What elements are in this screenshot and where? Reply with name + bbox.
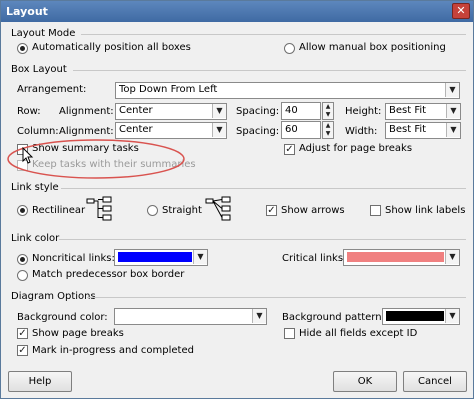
noncritical-radio[interactable] bbox=[17, 254, 28, 265]
auto-position-radio[interactable] bbox=[17, 43, 28, 54]
divider bbox=[73, 70, 466, 71]
column-alignment-value: Center bbox=[119, 124, 153, 135]
chevron-down-icon: ▼ bbox=[445, 250, 459, 264]
hide-fields-checkbox[interactable] bbox=[284, 328, 295, 339]
chevron-down-icon: ▼ bbox=[212, 123, 226, 137]
width-label: Width: bbox=[345, 126, 378, 137]
show-arrows-label: Show arrows bbox=[281, 205, 345, 216]
link-color-heading: Link color bbox=[11, 233, 60, 244]
spin-up-icon[interactable]: ▲ bbox=[323, 122, 333, 130]
manual-position-label: Allow manual box positioning bbox=[299, 42, 446, 53]
height-label: Height: bbox=[345, 106, 382, 117]
arrangement-label: Arrangement: bbox=[17, 84, 87, 95]
divider bbox=[61, 188, 466, 189]
mark-progress-checkbox[interactable]: ✓ bbox=[17, 345, 28, 356]
show-arrows-checkbox[interactable]: ✓ bbox=[266, 205, 277, 216]
window-title: Layout bbox=[6, 5, 48, 18]
divider bbox=[59, 239, 466, 240]
column-spacing-spinner[interactable]: ▲ ▼ bbox=[322, 121, 334, 139]
link-style-heading: Link style bbox=[11, 182, 59, 193]
layout-mode-heading: Layout Mode bbox=[11, 28, 76, 39]
noncritical-color-dropdown[interactable]: ▼ bbox=[114, 249, 208, 266]
show-link-labels-checkbox[interactable] bbox=[370, 205, 381, 216]
column-spacing-input[interactable]: 60 bbox=[281, 121, 321, 139]
show-page-breaks-label: Show page breaks bbox=[32, 328, 124, 339]
critical-label: Critical links: bbox=[282, 253, 347, 264]
chevron-down-icon: ▼ bbox=[445, 309, 459, 323]
straight-label: Straight bbox=[162, 205, 202, 216]
chevron-down-icon: ▼ bbox=[446, 123, 460, 137]
row-alignment-label: Alignment: bbox=[59, 106, 114, 117]
show-page-breaks-checkbox[interactable]: ✓ bbox=[17, 328, 28, 339]
background-color-dropdown[interactable]: ▼ bbox=[114, 308, 267, 325]
width-value: Best Fit bbox=[389, 124, 427, 135]
critical-color-swatch bbox=[347, 252, 444, 262]
critical-color-dropdown[interactable]: ▼ bbox=[343, 249, 460, 266]
divider bbox=[87, 297, 466, 298]
adjust-page-breaks-checkbox[interactable]: ✓ bbox=[284, 144, 295, 155]
background-pattern-dropdown[interactable]: ▼ bbox=[382, 308, 460, 325]
chevron-down-icon: ▼ bbox=[212, 104, 226, 118]
background-pattern-label: Background pattern: bbox=[282, 312, 385, 323]
noncritical-label: Noncritical links: bbox=[32, 253, 115, 264]
show-link-labels-label: Show link labels bbox=[385, 205, 466, 216]
diagram-options-heading: Diagram Options bbox=[11, 291, 96, 302]
auto-position-label: Automatically position all boxes bbox=[32, 42, 191, 53]
spin-down-icon[interactable]: ▼ bbox=[323, 130, 333, 138]
cancel-button[interactable]: Cancel bbox=[403, 371, 467, 392]
row-spacing-value: 40 bbox=[285, 105, 298, 116]
column-spacing-label: Spacing: bbox=[236, 126, 280, 137]
help-button[interactable]: Help bbox=[8, 371, 72, 392]
background-color-swatch bbox=[118, 311, 251, 321]
background-pattern-swatch bbox=[386, 311, 444, 321]
rectilinear-label: Rectilinear bbox=[32, 205, 86, 216]
row-alignment-value: Center bbox=[119, 105, 153, 116]
match-predecessor-label: Match predecessor box border bbox=[32, 269, 185, 280]
match-predecessor-radio[interactable] bbox=[17, 270, 28, 281]
column-spacing-value: 60 bbox=[285, 124, 298, 135]
arrangement-dropdown[interactable]: Top Down From Left ▼ bbox=[115, 82, 460, 99]
close-button[interactable]: ✕ bbox=[452, 3, 470, 19]
column-label: Column: bbox=[17, 126, 59, 137]
background-color-label: Background color: bbox=[17, 312, 108, 323]
manual-position-radio[interactable] bbox=[284, 43, 295, 54]
mouse-cursor-icon bbox=[22, 147, 34, 164]
arrangement-value: Top Down From Left bbox=[119, 84, 218, 95]
height-value: Best Fit bbox=[389, 105, 427, 116]
straight-radio[interactable] bbox=[147, 205, 158, 216]
box-layout-heading: Box Layout bbox=[11, 64, 67, 75]
mark-progress-label: Mark in-progress and completed bbox=[32, 345, 194, 356]
divider bbox=[81, 34, 466, 35]
chevron-down-icon: ▼ bbox=[446, 104, 460, 118]
row-alignment-dropdown[interactable]: Center ▼ bbox=[115, 103, 227, 120]
row-spacing-spinner[interactable]: ▲ ▼ bbox=[322, 102, 334, 120]
spin-up-icon[interactable]: ▲ bbox=[323, 103, 333, 111]
rectilinear-link-icon bbox=[86, 196, 112, 221]
spin-down-icon[interactable]: ▼ bbox=[323, 111, 333, 119]
row-label: Row: bbox=[17, 106, 41, 117]
column-alignment-label: Alignment: bbox=[59, 126, 114, 137]
chevron-down-icon: ▼ bbox=[193, 250, 207, 264]
adjust-page-breaks-label: Adjust for page breaks bbox=[299, 143, 413, 154]
width-dropdown[interactable]: Best Fit ▼ bbox=[385, 122, 461, 139]
noncritical-color-swatch bbox=[118, 252, 192, 262]
row-spacing-label: Spacing: bbox=[236, 106, 280, 117]
rectilinear-radio[interactable] bbox=[17, 205, 28, 216]
chevron-down-icon: ▼ bbox=[252, 309, 266, 323]
annotation-ellipse bbox=[7, 139, 185, 179]
height-dropdown[interactable]: Best Fit ▼ bbox=[385, 103, 461, 120]
hide-fields-label: Hide all fields except ID bbox=[299, 328, 418, 339]
row-spacing-input[interactable]: 40 bbox=[281, 102, 321, 120]
layout-dialog: Layout ✕ Layout Mode Automatically posit… bbox=[0, 0, 474, 399]
title-bar: Layout ✕ bbox=[1, 1, 473, 22]
ok-button[interactable]: OK bbox=[333, 371, 397, 392]
straight-link-icon bbox=[205, 196, 231, 221]
chevron-down-icon: ▼ bbox=[445, 83, 459, 97]
